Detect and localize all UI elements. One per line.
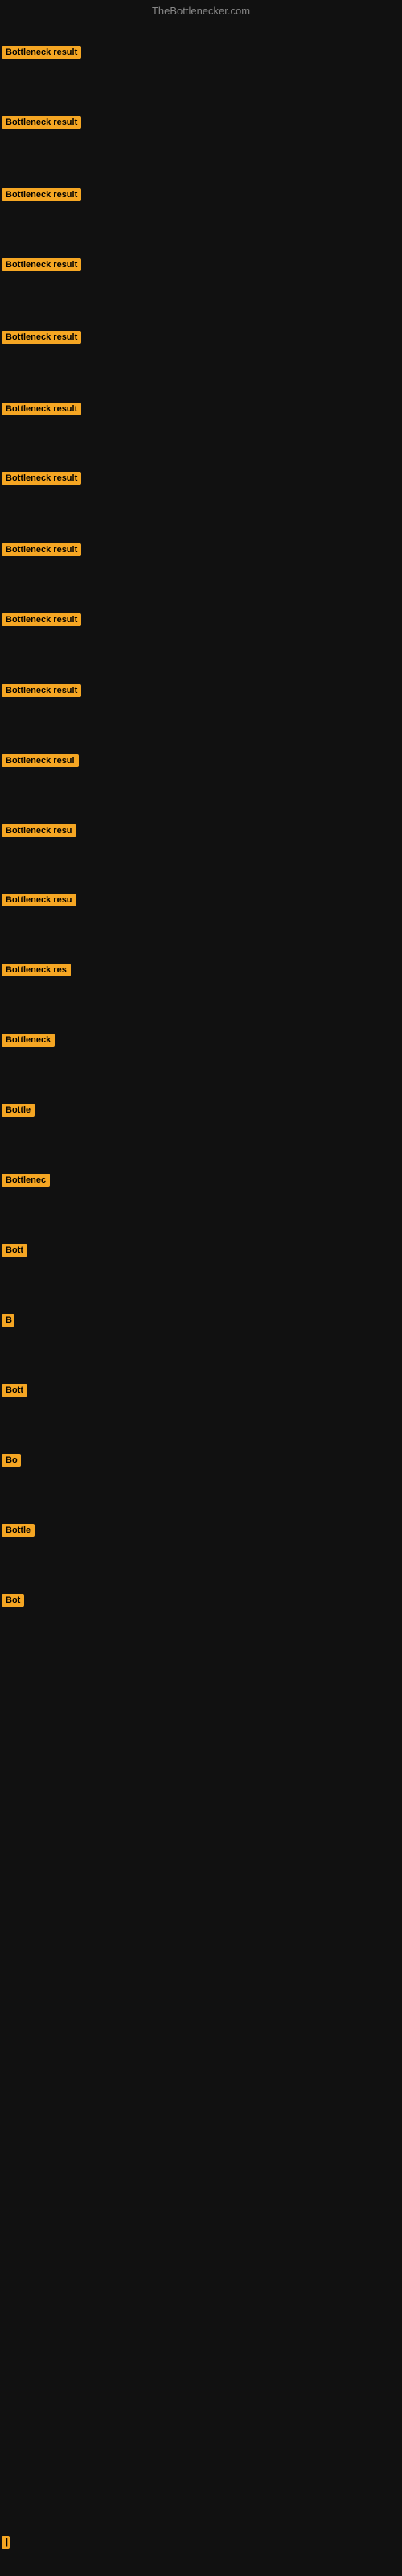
bottleneck-badge-11[interactable]: Bottleneck resul (2, 754, 79, 767)
bottleneck-badge-17[interactable]: Bottlenec (2, 1174, 50, 1187)
bottleneck-badge-22[interactable]: Bottle (2, 1524, 35, 1537)
bottleneck-badge-6[interactable]: Bottleneck result (2, 402, 81, 415)
bottleneck-badge-4[interactable]: Bottleneck result (2, 258, 81, 271)
bottleneck-badge-8[interactable]: Bottleneck result (2, 543, 81, 556)
bottleneck-badge-16[interactable]: Bottle (2, 1104, 35, 1117)
bottleneck-badge-1[interactable]: Bottleneck result (2, 46, 81, 59)
bottleneck-badge-15[interactable]: Bottleneck (2, 1034, 55, 1046)
bottleneck-badge-2[interactable]: Bottleneck result (2, 116, 81, 129)
bottleneck-badge-18[interactable]: Bott (2, 1244, 27, 1257)
bottleneck-badge-7[interactable]: Bottleneck result (2, 472, 81, 485)
bottleneck-badge-14[interactable]: Bottleneck res (2, 964, 71, 976)
bottleneck-badge-10[interactable]: Bottleneck result (2, 684, 81, 697)
bottleneck-badge-3[interactable]: Bottleneck result (2, 188, 81, 201)
bottleneck-badge-19[interactable]: B (2, 1314, 14, 1327)
bottleneck-badge-12[interactable]: Bottleneck resu (2, 824, 76, 837)
bottleneck-badge-21[interactable]: Bo (2, 1454, 21, 1467)
site-title: TheBottlenecker.com (0, 5, 402, 17)
bottleneck-badge-23[interactable]: Bot (2, 1594, 24, 1607)
bottleneck-badge-13[interactable]: Bottleneck resu (2, 894, 76, 906)
bottleneck-badge-5[interactable]: Bottleneck result (2, 331, 81, 344)
bottleneck-badge-20[interactable]: Bott (2, 1384, 27, 1397)
bottleneck-badge-24[interactable]: | (2, 2536, 10, 2549)
bottleneck-badge-9[interactable]: Bottleneck result (2, 613, 81, 626)
